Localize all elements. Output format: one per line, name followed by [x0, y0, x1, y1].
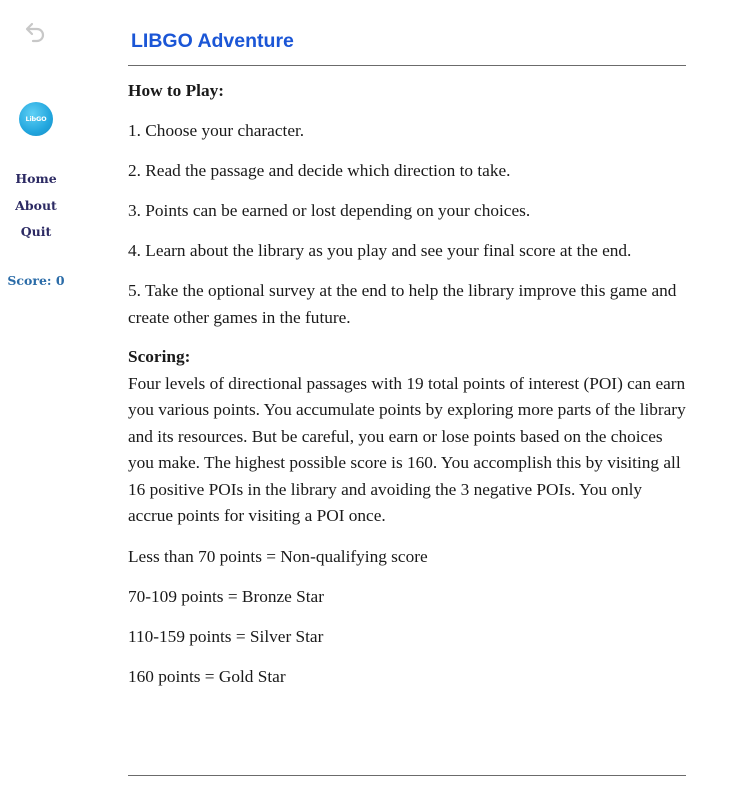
page-title: LIBGO Adventure [131, 30, 294, 52]
nav-about-link[interactable]: About [0, 193, 72, 220]
logo-text: LibGO [25, 115, 47, 123]
scoring-heading: Scoring: [128, 347, 191, 366]
sidebar-nav: Home About Quit [0, 166, 72, 246]
header-divider [128, 65, 686, 66]
undo-arrow-icon[interactable] [22, 20, 48, 44]
nav-quit-link[interactable]: Quit [0, 219, 72, 246]
how-to-play-step: 4. Learn about the library as you play a… [128, 241, 632, 260]
score-display: Score: 0 [7, 273, 65, 288]
how-to-play-step: 1. Choose your character. [128, 121, 305, 140]
sidebar: LibGO Home About Quit Score: 0 [0, 0, 72, 787]
score-level: 110-159 points = Silver Star [128, 626, 324, 646]
scoring-description: Four levels of directional passages with… [128, 373, 686, 526]
libgo-logo[interactable]: LibGO [19, 102, 53, 136]
how-to-play-step: 3. Points can be earned or lost dependin… [128, 201, 531, 220]
how-to-play-step: 2. Read the passage and decide which dir… [128, 161, 511, 180]
how-to-play-step: 5. Take the optional survey at the end t… [128, 281, 677, 327]
footer-divider [128, 775, 686, 776]
instructions: How to Play: 1. Choose your character. 2… [128, 78, 686, 690]
nav-home-link[interactable]: Home [0, 166, 72, 193]
score-level: 70-109 points = Bronze Star [128, 586, 324, 606]
score-level: 160 points = Gold Star [128, 666, 286, 686]
how-to-play-heading: How to Play: [128, 81, 224, 100]
score-level: Less than 70 points = Non-qualifying sco… [128, 546, 428, 566]
